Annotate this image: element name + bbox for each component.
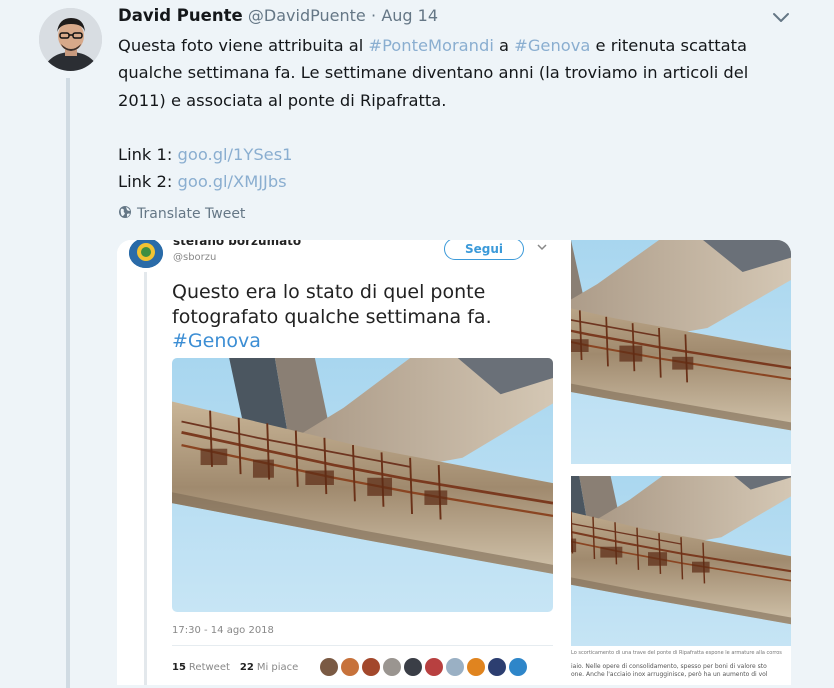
embedded-avatar — [129, 240, 163, 268]
embedded-divider — [172, 645, 553, 646]
retweet-label: Retweet — [188, 661, 230, 673]
retweet-count: 15 — [172, 661, 186, 673]
embedded-chevron-icon — [537, 243, 547, 254]
liker-avatar — [341, 658, 360, 676]
embedded-stats: 15 Retweet 22 Mi piace — [172, 658, 528, 676]
liker-avatar — [446, 658, 465, 676]
liker-avatars — [320, 658, 528, 676]
embedded-timestamp: 17:30 - 14 ago 2018 — [172, 625, 274, 636]
bridge-photo — [172, 358, 553, 612]
author-handle[interactable]: @DavidPuente — [248, 6, 366, 25]
article-caption: Lo scorticamento di una trave del ponte … — [571, 650, 791, 685]
liker-avatar — [425, 658, 444, 676]
globe-icon — [118, 205, 132, 223]
link-1-label: Link 1: — [118, 144, 178, 164]
liker-avatar — [383, 658, 402, 676]
caption-line: iaio. Nelle opere di consolidamento, spe… — [571, 663, 767, 670]
embedded-tweet-text: Questo era lo stato di quel ponte fotogr… — [172, 280, 542, 354]
embedded-tweet-screenshot: stefano borzumato @sborzu Segui Questo e… — [117, 240, 564, 685]
liker-avatar — [320, 658, 339, 676]
link-2-label: Link 2: — [118, 172, 178, 192]
translate-tweet-button[interactable]: Translate Tweet — [118, 205, 245, 223]
link-2[interactable]: goo.gl/XMJJbs — [178, 172, 287, 191]
chevron-down-icon[interactable] — [770, 9, 792, 27]
separator-dot: · — [370, 6, 377, 25]
thread-line — [66, 78, 70, 688]
hashtag-genova[interactable]: #Genova — [514, 36, 590, 55]
link-1-line: Link 1: goo.gl/1YSes1 — [118, 141, 758, 168]
like-count: 22 — [239, 661, 254, 673]
translate-label: Translate Tweet — [137, 206, 246, 222]
follow-button: Segui — [444, 240, 524, 260]
liker-avatar — [509, 658, 528, 676]
tweet-date[interactable]: Aug 14 — [381, 6, 438, 25]
text-segment: Questa foto viene attribuita al — [118, 36, 369, 55]
tweet-paragraph: Questa foto viene attribuita al #PonteMo… — [118, 32, 758, 114]
bridge-photo-side — [571, 476, 791, 646]
hashtag-pontemorandi[interactable]: #PonteMorandi — [368, 36, 493, 55]
link-1[interactable]: goo.gl/1YSes1 — [178, 145, 293, 164]
author-name[interactable]: David Puente — [118, 6, 243, 25]
embedded-hashtag-genova: #Genova — [172, 330, 261, 352]
caption-line: Lo scorticamento di una trave del ponte … — [571, 650, 782, 656]
avatar[interactable] — [39, 8, 102, 71]
embedded-author-handle: @sborzu — [173, 252, 217, 263]
text-segment: a — [493, 36, 515, 55]
liker-avatar — [467, 658, 486, 676]
like-label: Mi piace — [256, 661, 299, 673]
embedded-thread-line — [144, 272, 147, 685]
liker-avatar — [404, 658, 423, 676]
embedded-text-line: fotografato qualche settimana fa. — [172, 305, 492, 328]
tweet-media[interactable]: stefano borzumato @sborzu Segui Questo e… — [117, 240, 791, 685]
tweet-header: David Puente @DavidPuente · Aug 14 — [118, 6, 438, 25]
embedded-author-name: stefano borzumato — [173, 240, 302, 248]
liker-avatar — [362, 658, 381, 676]
tweet-text: Questa foto viene attribuita al #PonteMo… — [118, 32, 758, 195]
caption-line: one. Anche l'acciaio inox arrugginisce, … — [571, 671, 768, 678]
embedded-text-line: Questo era lo stato di quel ponte — [172, 281, 486, 303]
link-2-line: Link 2: goo.gl/XMJJbs — [118, 168, 758, 195]
liker-avatar — [488, 658, 507, 676]
bridge-photo-side — [571, 240, 791, 464]
